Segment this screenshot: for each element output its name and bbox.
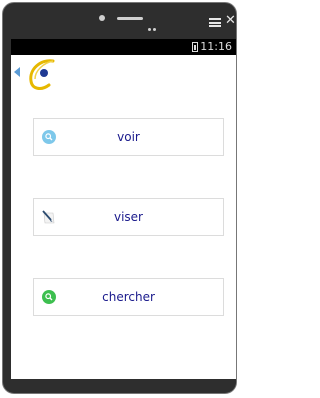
status-bar: 11:16 [11, 39, 236, 55]
camera-icon [99, 15, 105, 21]
speaker-icon [117, 17, 143, 20]
chercher-button[interactable]: chercher [33, 278, 224, 316]
status-time: 11:16 [200, 40, 232, 53]
app-logo [29, 59, 55, 90]
back-arrow-icon[interactable] [14, 67, 20, 77]
phone-frame: ✕ 11:16 voir viser chercher [2, 2, 237, 394]
chercher-button-label: chercher [102, 290, 155, 304]
app-screen: voir viser chercher [11, 55, 236, 379]
battery-icon [192, 42, 198, 52]
sensor-dots-icon [148, 16, 158, 35]
viser-button[interactable]: viser [33, 198, 224, 236]
voir-button[interactable]: voir [33, 118, 224, 156]
viser-button-label: viser [113, 210, 143, 224]
close-icon[interactable]: ✕ [225, 13, 236, 29]
phone-top-bezel: ✕ [3, 3, 236, 39]
voir-button-label: voir [117, 130, 140, 144]
phone-bottom-bezel [11, 379, 236, 391]
menu-icon[interactable] [209, 18, 221, 27]
